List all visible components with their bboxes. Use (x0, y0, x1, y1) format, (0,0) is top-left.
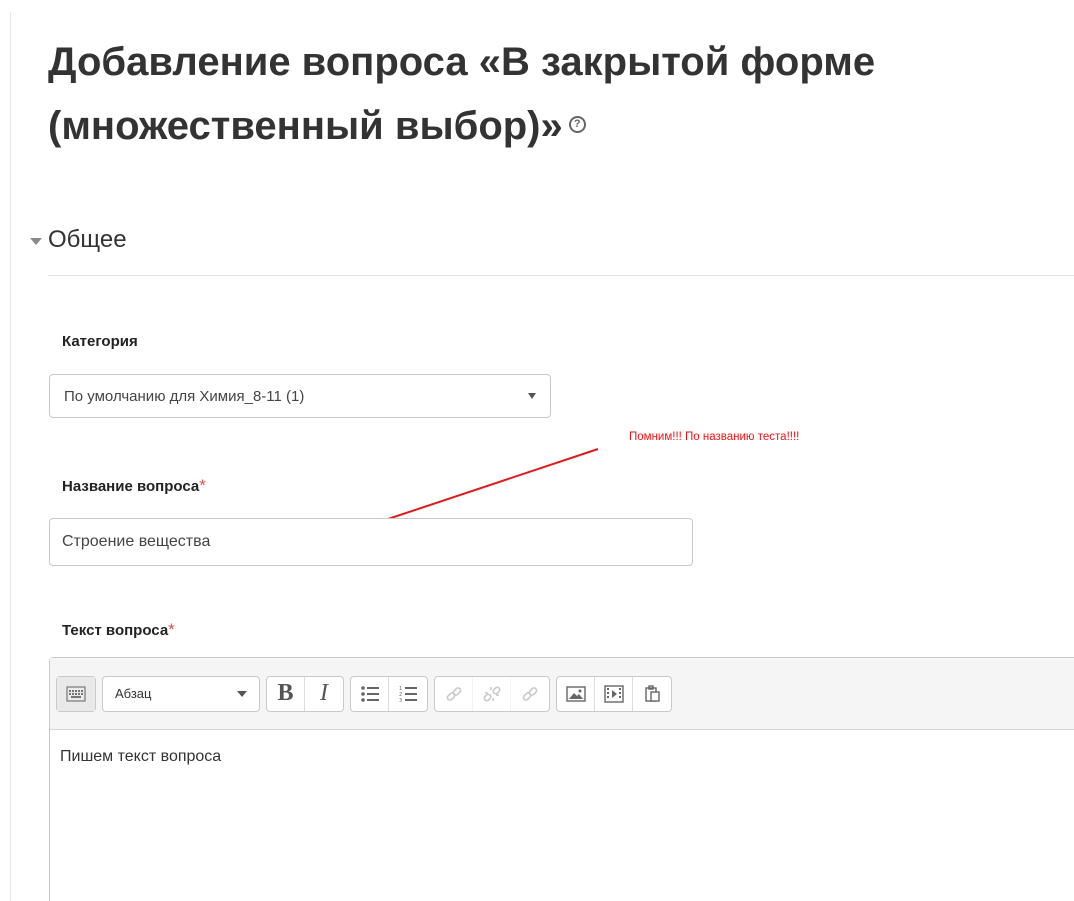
media-button[interactable] (595, 676, 633, 711)
editor-toolbar: Абзац B I 123 (50, 658, 1074, 730)
section-divider (48, 275, 1074, 276)
toolbar-toggle-icon (66, 685, 86, 702)
section-general-label: Общее (48, 226, 127, 253)
bullet-list-button[interactable] (351, 676, 389, 711)
required-marker: * (168, 620, 175, 639)
numbered-list-icon: 123 (399, 686, 417, 703)
media-icon (603, 684, 624, 703)
category-select-value: По умолчанию для Химия_8-11 (1) (64, 387, 305, 405)
numbered-list-button[interactable]: 123 (389, 677, 427, 711)
question-circle-icon[interactable]: ? (568, 115, 586, 133)
category-label: Категория (62, 333, 138, 350)
section-general-toggle[interactable]: Общее (30, 226, 127, 254)
anchor-button[interactable] (511, 677, 549, 711)
unlink-icon (482, 685, 501, 702)
toolbar-group-toggle (56, 675, 96, 712)
chevron-down-icon (528, 393, 536, 399)
link-icon (446, 686, 461, 701)
required-marker: * (199, 476, 206, 495)
question-name-value: Строение вещества (62, 533, 211, 550)
toolbar-group-format: B I (266, 675, 344, 712)
toolbar-group-lists: 123 (350, 675, 428, 712)
paragraph-style-select[interactable]: Абзац (103, 677, 259, 711)
italic-button[interactable]: I (305, 677, 343, 711)
anchor-icon (522, 686, 538, 701)
toolbar-group-links (434, 675, 550, 712)
category-select[interactable]: По умолчанию для Химия_8-11 (1) (49, 374, 551, 418)
unlink-button[interactable] (473, 676, 511, 711)
toolbar-group-style: Абзац (102, 675, 260, 712)
triangle-down-icon (30, 237, 42, 245)
page-left-border (10, 12, 11, 901)
link-button[interactable] (435, 676, 473, 711)
annotation-note: Помним!!! По названию теста!!!! (629, 431, 800, 443)
bold-icon: B (277, 680, 294, 706)
image-icon (565, 685, 586, 702)
editor-text: Пишем текст вопроса (60, 748, 222, 765)
paste-icon (645, 684, 660, 702)
italic-icon: I (320, 680, 328, 706)
question-name-label: Название вопроса* (62, 476, 206, 495)
image-button[interactable] (557, 676, 595, 711)
toolbar-toggle-button[interactable] (57, 676, 95, 711)
question-name-input[interactable]: Строение вещества (49, 518, 693, 566)
bullet-list-icon (360, 685, 379, 702)
svg-text:3: 3 (399, 698, 402, 703)
editor-content-area[interactable]: Пишем текст вопроса (50, 730, 1074, 784)
question-text-label: Текст вопроса* (62, 620, 175, 639)
paragraph-style-label: Абзац (115, 686, 152, 701)
page-title-text: Добавление вопроса «В закрытой форме (мн… (48, 40, 876, 148)
chevron-down-icon (237, 690, 247, 697)
bold-button[interactable]: B (267, 676, 305, 711)
paste-button[interactable] (633, 677, 671, 711)
toolbar-group-media (556, 675, 672, 712)
question-text-editor[interactable]: Абзац B I 123 Пишем текст вопроса (49, 657, 1074, 901)
page-title: Добавление вопроса «В закрытой форме (мн… (48, 30, 1048, 158)
